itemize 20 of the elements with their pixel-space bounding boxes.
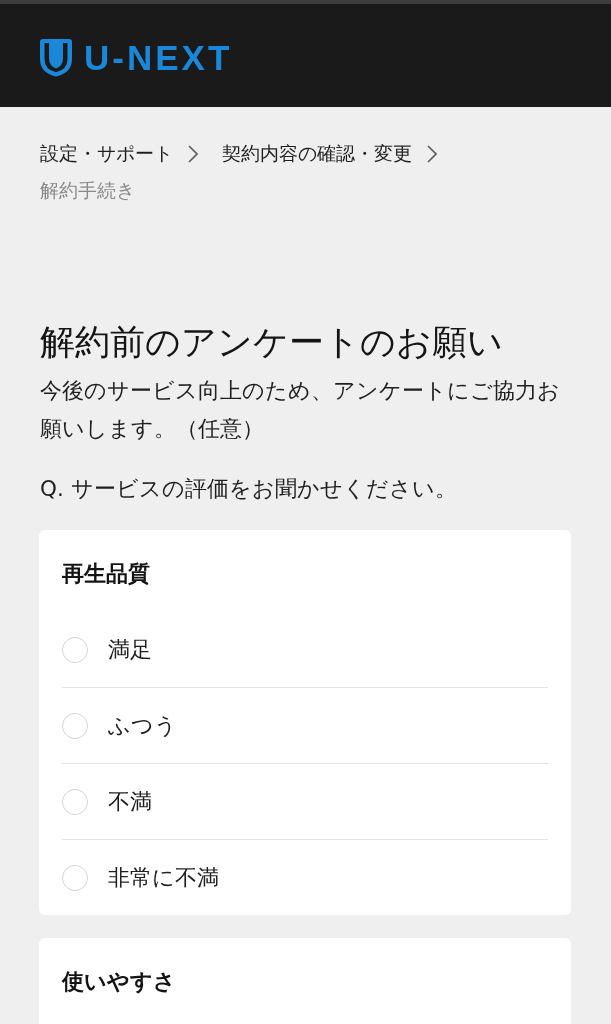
logo-link[interactable]: U-NEXT: [39, 34, 233, 77]
chevron-right-icon: [427, 144, 437, 163]
breadcrumb-link[interactable]: 契約内容の確認・変更: [222, 135, 412, 172]
category-title: 使いやすさ: [62, 968, 177, 996]
radio-button[interactable]: [62, 712, 88, 739]
option-label[interactable]: 不満: [108, 786, 152, 817]
shield-icon: [39, 37, 73, 77]
category-title: 再生品質: [62, 560, 151, 588]
page-title: 解約前のアンケートのお願い: [40, 321, 504, 364]
option-label[interactable]: 非常に不満: [108, 862, 219, 893]
chevron-right-icon: [188, 144, 198, 163]
radio-button[interactable]: [62, 788, 88, 815]
radio-button[interactable]: [62, 864, 88, 891]
question-text: Q. サービスの評価をお聞かせください。: [40, 475, 458, 503]
intro-text: 今後のサービス向上のため、アンケートにご協力お願いします。（任意）: [40, 377, 561, 443]
breadcrumb-link[interactable]: 設定・サポート: [40, 135, 173, 172]
option-label[interactable]: ふつう: [108, 710, 177, 741]
option-label[interactable]: 満足: [108, 634, 152, 665]
radio-button[interactable]: [62, 636, 88, 663]
breadcrumb-current-page: 解約手続き: [40, 178, 135, 203]
